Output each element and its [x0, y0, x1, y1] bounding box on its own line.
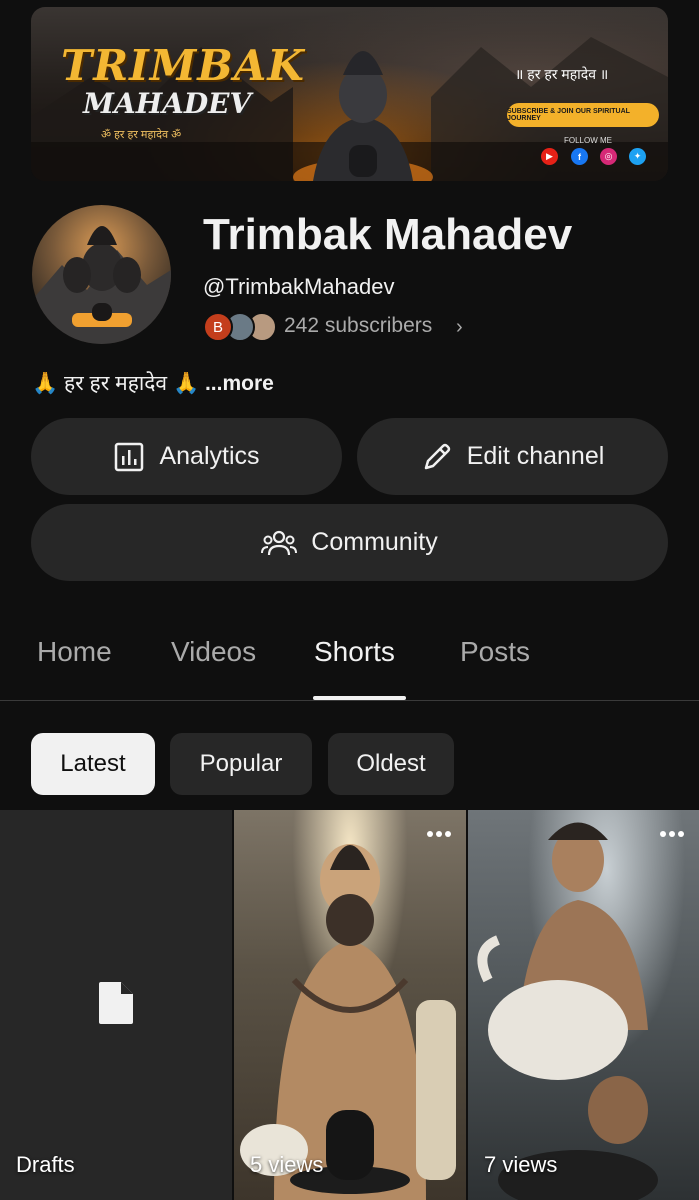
community-icon: [261, 530, 298, 555]
channel-banner: TRIMBAK MAHADEV ॐ हर हर महादेव ॐ ॥ हर हर…: [31, 7, 668, 181]
analytics-button[interactable]: Analytics: [31, 418, 342, 495]
short-views: 7 views: [484, 1152, 558, 1177]
edit-channel-button[interactable]: Edit channel: [357, 418, 668, 495]
subscriber-avatars[interactable]: B: [203, 312, 277, 344]
deity-illustration: [293, 51, 433, 181]
chip-popular[interactable]: Popular: [170, 733, 312, 795]
description-text: 🙏 हर हर महादेव 🙏: [32, 372, 200, 395]
edit-channel-label: Edit channel: [466, 442, 605, 470]
short-views: 5 views: [250, 1152, 324, 1177]
more-options-icon[interactable]: [659, 830, 685, 838]
banner-mantra: ॥ हर हर महादेव ॥: [515, 66, 609, 82]
drafts-tile[interactable]: Drafts: [0, 810, 232, 1200]
channel-avatar[interactable]: [32, 205, 171, 344]
short-thumbnail[interactable]: 7 views: [468, 810, 699, 1200]
community-label: Community: [311, 528, 438, 556]
chip-oldest[interactable]: Oldest: [328, 733, 454, 795]
banner-cta: SUBSCRIBE & JOIN OUR SPIRITUAL JOURNEY: [507, 103, 659, 127]
banner-follow-label: FOLLOW ME: [564, 136, 613, 145]
tabs-divider: [0, 700, 699, 701]
channel-name: Trimbak Mahadev: [203, 210, 573, 259]
document-icon: [99, 982, 133, 1024]
analytics-label: Analytics: [159, 442, 260, 470]
channel-description[interactable]: 🙏 हर हर महादेव 🙏 ...more: [32, 369, 274, 397]
instagram-icon: ◎: [600, 148, 617, 165]
tab-posts[interactable]: Posts: [460, 636, 530, 668]
subscriber-count[interactable]: 242 subscribers: [284, 314, 432, 338]
twitter-icon: ✦: [629, 148, 646, 165]
community-button[interactable]: Community: [31, 504, 668, 581]
chip-latest[interactable]: Latest: [31, 733, 155, 795]
chevron-right-icon[interactable]: ›: [456, 316, 463, 339]
banner-tagline: ॐ हर हर महादेव ॐ: [101, 129, 182, 141]
more-options-icon[interactable]: [426, 830, 452, 838]
facebook-icon: f: [571, 148, 588, 165]
tab-shorts[interactable]: Shorts: [314, 636, 395, 668]
pencil-icon: [424, 443, 450, 469]
analytics-icon: [115, 442, 144, 471]
youtube-icon: ▶: [541, 148, 558, 165]
drafts-label: Drafts: [16, 1152, 75, 1177]
avatar-deity-image: [32, 226, 171, 344]
more-link[interactable]: ...more: [205, 372, 274, 395]
short-thumbnail-image: [477, 822, 658, 1200]
short-thumbnail[interactable]: 5 views: [234, 810, 466, 1200]
tab-home[interactable]: Home: [37, 636, 112, 668]
tab-videos[interactable]: Videos: [171, 636, 256, 668]
banner-title: TRIMBAK: [61, 41, 305, 90]
avatar: B: [203, 312, 233, 342]
channel-handle: @TrimbakMahadev: [203, 274, 395, 299]
short-thumbnail-image: [240, 844, 456, 1200]
banner-subtitle-name: MAHADEV: [83, 87, 252, 120]
